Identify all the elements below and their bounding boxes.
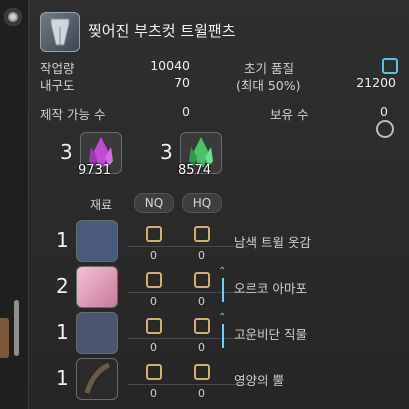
scrollbar[interactable] (14, 300, 19, 356)
nq-count: 0 (150, 249, 157, 262)
owned-label: 보유 수 (270, 107, 309, 122)
hq-button[interactable]: HQ (182, 193, 222, 213)
divider (128, 292, 248, 293)
hq-up-icon: ⌃ (218, 266, 227, 277)
hq-marker (222, 278, 224, 302)
nq-slot[interactable] (146, 318, 162, 334)
material-icon (76, 358, 118, 400)
workload-value: 10040 (150, 58, 190, 73)
horn-icon (84, 362, 111, 394)
divider (128, 384, 248, 385)
craftable-label: 제작 가능 수 (40, 107, 106, 122)
material-name: 고운비단 직물 (234, 327, 307, 342)
hq-count: 0 (198, 295, 205, 308)
nq-count: 0 (150, 295, 157, 308)
max-quality-label: (최대 50%) (236, 78, 301, 93)
owned-value: 0 (380, 104, 388, 119)
scroll-tab[interactable] (0, 318, 9, 358)
material-row[interactable]: 1 0 0 남색 트윌 옷감 (56, 220, 406, 266)
hq-count: 0 (198, 341, 205, 354)
hq-count: 0 (198, 249, 205, 262)
hq-slot[interactable] (194, 226, 210, 242)
material-icon (76, 266, 118, 308)
material-name: 영양의 뿔 (234, 373, 284, 388)
material-name: 남색 트윌 옷감 (234, 235, 311, 250)
hq-up-icon: ⌃ (218, 312, 227, 323)
hq-slot[interactable] (194, 272, 210, 288)
hq-slot[interactable] (194, 318, 210, 334)
material-icon (76, 220, 118, 262)
material-qty: 1 (56, 228, 69, 252)
nq-slot[interactable] (146, 226, 162, 242)
pants-icon (50, 18, 70, 46)
hq-slot[interactable] (194, 364, 210, 380)
durability-value: 70 (174, 75, 190, 90)
item-icon[interactable] (40, 12, 80, 52)
materials-header: 재료 (90, 198, 113, 212)
nq-count: 0 (150, 387, 157, 400)
crystal-count: 9731 (78, 163, 112, 178)
material-icon (76, 312, 118, 354)
material-row[interactable]: 1 0 0 ⌃ 고운비단 직물 (56, 312, 406, 358)
hq-marker (222, 324, 224, 348)
item-name: 찢어진 부츠컷 트윌팬츠 (88, 22, 236, 40)
crystal-required: 3 (160, 140, 173, 164)
left-sidebar (0, 0, 29, 409)
durability-label: 내구도 (40, 78, 75, 93)
nq-slot[interactable] (146, 272, 162, 288)
material-qty: 1 (56, 320, 69, 344)
material-qty: 1 (56, 366, 69, 390)
divider (128, 246, 248, 247)
crystal-required: 3 (60, 140, 73, 164)
refresh-icon[interactable] (376, 120, 394, 138)
material-row[interactable]: 1 0 0 영양의 뿔 (56, 358, 406, 404)
quality-value: 21200 (356, 75, 396, 90)
craftable-value: 0 (182, 104, 190, 119)
nq-count: 0 (150, 341, 157, 354)
material-row[interactable]: 2 0 0 ⌃ 오르코 아마포 (56, 266, 406, 312)
initial-quality-checkbox[interactable] (382, 58, 398, 74)
crystal-count: 8574 (178, 163, 212, 178)
nq-slot[interactable] (146, 364, 162, 380)
divider (128, 338, 248, 339)
material-name: 오르코 아마포 (234, 281, 307, 296)
material-qty: 2 (56, 274, 69, 298)
crafting-log-panel: 찢어진 부츠컷 트윌팬츠 작업량 10040 초기 품질 내구도 70 (최대 … (0, 0, 409, 409)
nq-button[interactable]: NQ (134, 193, 174, 213)
hq-count: 0 (198, 387, 205, 400)
gear-icon[interactable] (4, 8, 22, 26)
